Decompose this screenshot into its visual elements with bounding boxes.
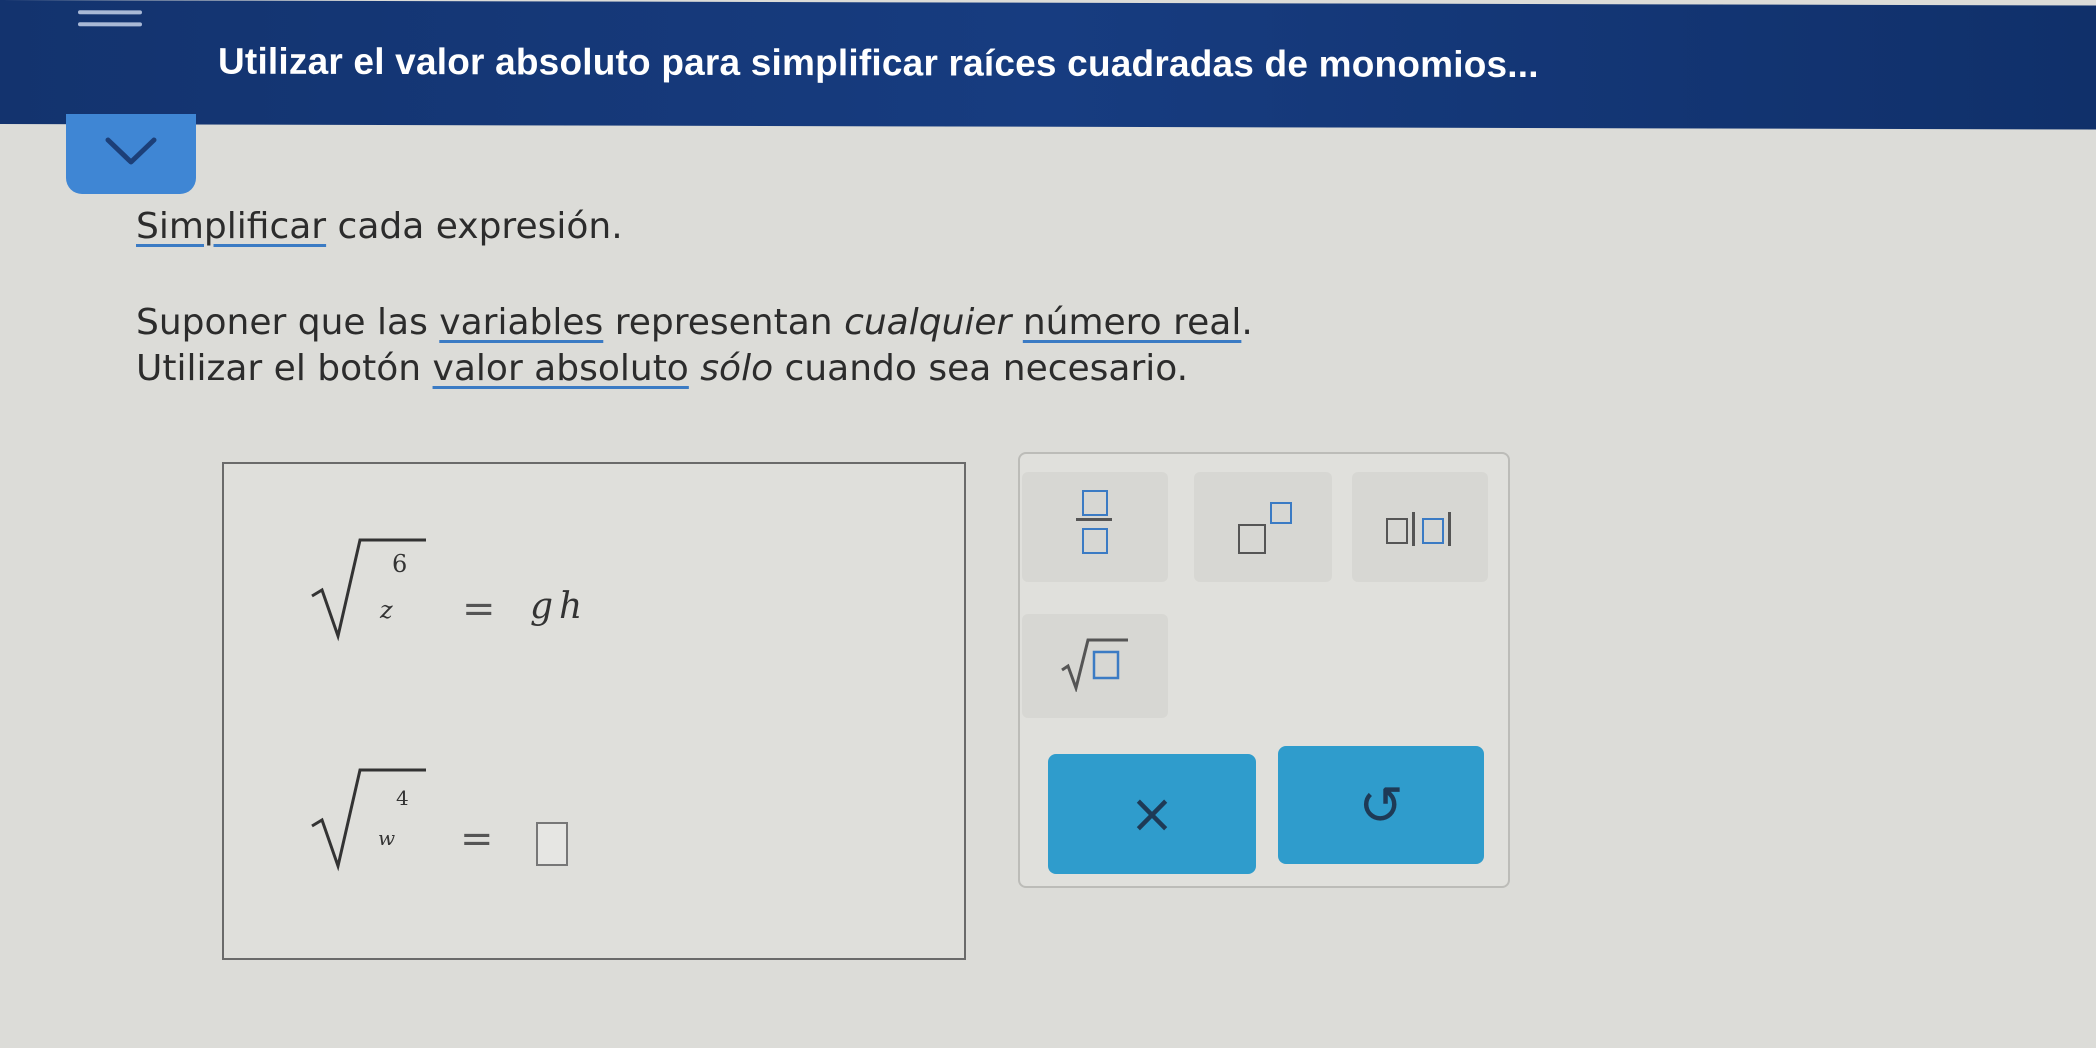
close-icon: × [1129,782,1175,845]
undo-icon: ↺ [1358,774,1404,837]
absolute-value-button[interactable] [1352,472,1488,582]
valor-absoluto-link[interactable]: valor absoluto [433,348,689,389]
collapse-toggle-button[interactable] [66,114,196,194]
instruction-line-2: Suponer que las variables representan cu… [136,302,1253,343]
base-box-icon [1238,524,1266,554]
instruction-line-1: Simplificar cada expresión. [136,206,623,247]
abs-inner-box-icon [1422,518,1444,544]
square-root-button[interactable] [1022,614,1168,718]
clear-button[interactable]: × [1048,754,1256,874]
page-title: Utilizar el valor absoluto para simplifi… [218,40,1539,86]
abs-left-box-icon [1386,518,1408,544]
superscript-box-icon [1270,502,1292,524]
chevron-down-icon [105,137,157,165]
instruction-line-3: Utilizar el botón valor absoluto sólo cu… [136,348,1189,389]
undo-button[interactable]: ↺ [1278,746,1484,864]
fraction-bar-icon [1076,518,1112,521]
answer-1-input[interactable]: gh [530,586,588,627]
simplificar-link[interactable]: Simplificar [136,206,326,247]
square-root-symbol [311,768,426,872]
answer-area: z 6 = gh w 4 = [222,462,966,960]
menu-icon[interactable] [78,4,142,44]
numerator-box-icon [1082,490,1108,516]
numero-real-link[interactable]: número real [1023,302,1242,343]
answer-2-input[interactable] [536,822,568,866]
exponent-button[interactable] [1194,472,1332,582]
header-bar: Utilizar el valor absoluto para simplifi… [0,0,2096,130]
square-root-icon [1061,638,1128,692]
problem-2: w 4 = [308,764,708,884]
problem-1: z 6 = gh [308,534,708,654]
denominator-box-icon [1082,528,1108,554]
variables-link[interactable]: variables [439,302,603,343]
square-root-symbol [311,538,426,642]
math-palette: × ↺ [1018,452,1510,888]
fraction-button[interactable] [1022,472,1168,582]
